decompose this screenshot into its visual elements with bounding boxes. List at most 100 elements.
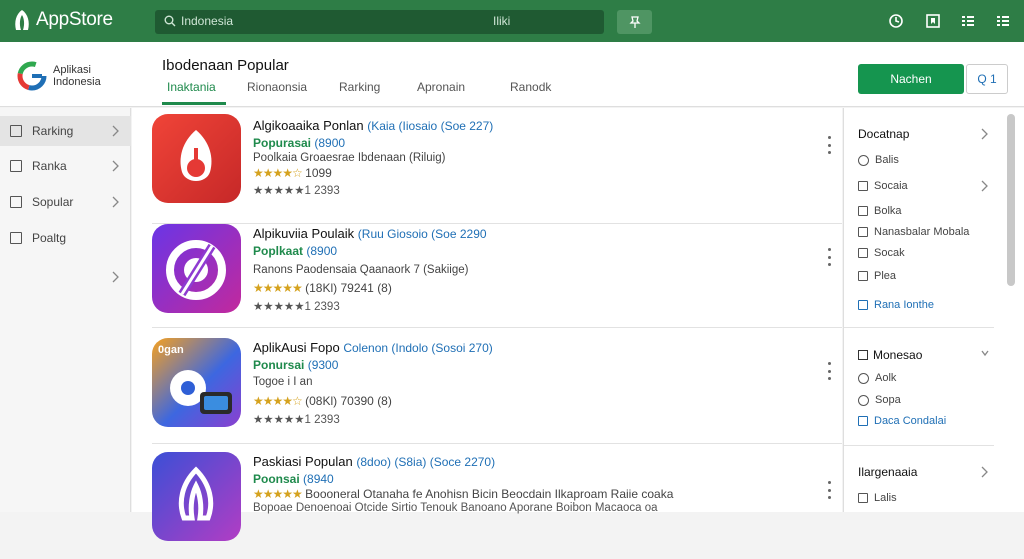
chevron-right-icon[interactable] bbox=[980, 180, 988, 192]
primary-button[interactable]: Nachen bbox=[858, 64, 964, 94]
filter-option-label: Bolka bbox=[874, 205, 902, 217]
chevron-right-icon bbox=[112, 160, 119, 172]
more-options-icon[interactable] bbox=[826, 136, 832, 154]
list-item[interactable]: Alpikuviia Poulaik (Ruu Giosoio (Soe 229… bbox=[152, 212, 842, 328]
app-category-meta: (8940 bbox=[303, 472, 334, 486]
brand[interactable]: Aplikasi Indonesia bbox=[17, 61, 101, 91]
list-item[interactable]: Algikoaaika Ponlan (Kaia (Iiosaio (Soe 2… bbox=[152, 108, 842, 224]
app-description: Poolkaia Groaesrae Ibdenaan (Riluig) bbox=[253, 152, 446, 164]
tab-inaktania[interactable]: Inaktania bbox=[167, 80, 216, 94]
secondary-button[interactable]: Q 1 bbox=[966, 64, 1008, 94]
app-meta: Colenon (Indolo (Sosoi 270) bbox=[343, 341, 493, 355]
list-icon[interactable] bbox=[959, 12, 977, 30]
app-download-count: ★★★★★1 2393 bbox=[253, 301, 340, 313]
app-name[interactable]: AplikAusi Fopo Colenon (Indolo (Sosoi 27… bbox=[253, 340, 493, 355]
app-category: Poonsai (8940 bbox=[253, 472, 334, 486]
app-rating: ★★★★☆ (08Kl) 70390 (8) bbox=[253, 394, 392, 408]
chevron-down-icon[interactable] bbox=[980, 348, 990, 358]
brand-line-2: Indonesia bbox=[53, 76, 101, 88]
app-icon[interactable] bbox=[152, 114, 241, 203]
app-icon[interactable]: 0gan bbox=[152, 338, 241, 427]
filter-section-title: Monesao bbox=[858, 348, 922, 362]
app-meta: (Kaia (Iiosaio (Soe 227) bbox=[367, 119, 494, 133]
filter-option[interactable]: Sopa bbox=[858, 394, 901, 406]
chevron-right-icon[interactable] bbox=[980, 128, 988, 140]
app-name[interactable]: Algikoaaika Ponlan (Kaia (Iiosaio (Soe 2… bbox=[253, 118, 493, 133]
refresh-icon[interactable] bbox=[887, 12, 905, 30]
chevron-right-icon[interactable] bbox=[980, 466, 988, 478]
scrollbar[interactable] bbox=[1007, 114, 1015, 286]
top-bar: AppStore Indonesia Iliki bbox=[0, 0, 1024, 42]
square-icon bbox=[858, 350, 868, 360]
app-logo[interactable]: AppStore bbox=[12, 8, 113, 32]
filter-option[interactable]: Lalis bbox=[858, 492, 897, 504]
filter-option-link[interactable]: Daca Condalai bbox=[858, 415, 946, 427]
rating-text: 1099 bbox=[305, 166, 332, 180]
chevron-right-icon bbox=[112, 125, 119, 137]
sidebar-item-label: Rarking bbox=[32, 124, 74, 138]
filter-option[interactable]: Balis bbox=[858, 154, 899, 166]
list-item[interactable]: 0gan AplikAusi Fopo Colenon (Indolo (Sos… bbox=[152, 328, 842, 444]
chevron-right-icon[interactable] bbox=[111, 271, 119, 283]
app-meta: (Ruu Giosoio (Soe 2290 bbox=[357, 227, 487, 241]
sidebar-item-poaltg[interactable]: Poaltg bbox=[0, 223, 131, 253]
tab-rarking[interactable]: Rarking bbox=[339, 80, 380, 94]
filter-option-label: Balis bbox=[875, 154, 899, 166]
filter-option-label: Aolk bbox=[875, 372, 897, 384]
rating-stars: ★★★★★ bbox=[253, 281, 303, 295]
app-category-label: Popurasai bbox=[253, 136, 312, 150]
app-title: Alpikuviia Poulaik bbox=[253, 226, 355, 241]
app-name[interactable]: Alpikuviia Poulaik (Ruu Giosoio (Soe 229… bbox=[253, 226, 487, 241]
square-icon bbox=[10, 160, 22, 172]
more-options-icon[interactable] bbox=[826, 481, 832, 499]
filter-option[interactable]: Socak bbox=[858, 247, 905, 259]
tab-rionaonsia[interactable]: Rionaonsia bbox=[247, 80, 307, 94]
tab-ranodk[interactable]: Ranodk bbox=[510, 80, 551, 94]
search-icon bbox=[164, 15, 176, 27]
filter-option[interactable]: Socaia bbox=[858, 180, 908, 192]
tab-apronain[interactable]: Apronain bbox=[417, 80, 465, 94]
more-options-icon[interactable] bbox=[826, 362, 832, 380]
filter-option[interactable]: Aolk bbox=[858, 372, 896, 384]
app-download-count: ★★★★★1 2393 bbox=[253, 185, 340, 197]
menu-icon[interactable] bbox=[994, 12, 1012, 30]
filter-option[interactable]: Bolka bbox=[858, 205, 902, 217]
filter-option[interactable]: Nanasbalar Mobala bbox=[858, 226, 969, 238]
pin-icon bbox=[628, 16, 641, 28]
filter-option[interactable]: Plea bbox=[858, 270, 896, 282]
app-icon[interactable] bbox=[152, 452, 241, 541]
pin-button[interactable] bbox=[617, 10, 652, 34]
app-icon[interactable] bbox=[152, 224, 241, 313]
page-title: Ibodenaan Popular bbox=[162, 57, 289, 74]
app-badge: 0gan bbox=[158, 344, 184, 356]
app-category-meta: (9300 bbox=[307, 358, 339, 372]
app-download-count: Bopoae Denoenoai Otcide Sirtio Tenouk Ba… bbox=[253, 502, 658, 514]
search-right-text: Iliki bbox=[493, 14, 511, 28]
list-item[interactable]: Paskiasi Populan (8doo) (S8ia) (Soce 227… bbox=[152, 443, 842, 559]
filter-panel: Docatnap Balis Socaia Bolka Nanasbalar M… bbox=[843, 108, 1024, 512]
filter-option-label: Nanasbalar Mobala bbox=[874, 226, 970, 238]
filter-option-link[interactable]: Rana Ionthe bbox=[858, 299, 934, 311]
rating-stars: ★★★★☆ bbox=[253, 166, 303, 180]
square-icon bbox=[858, 271, 868, 281]
sidebar-item-rarking[interactable]: Rarking bbox=[0, 116, 131, 146]
circle-icon bbox=[858, 394, 869, 406]
edit-icon bbox=[858, 248, 868, 258]
rating-stars: ★★★★☆ bbox=[253, 394, 303, 408]
bookmark-icon[interactable] bbox=[924, 12, 942, 30]
app-name[interactable]: Paskiasi Populan (8doo) (S8ia) (Soce 227… bbox=[253, 454, 495, 469]
edit-icon bbox=[858, 416, 868, 426]
section-divider bbox=[844, 445, 994, 446]
page-header: Aplikasi Indonesia Ibodenaan Popular Ina… bbox=[0, 42, 1024, 107]
circle-icon bbox=[858, 372, 869, 384]
sidebar-item-ranka[interactable]: Ranka bbox=[0, 151, 131, 181]
sidebar-item-sopular[interactable]: Sopular bbox=[0, 187, 131, 217]
more-options-icon[interactable] bbox=[826, 248, 832, 266]
app-meta: (8doo) (S8ia) (Soce 2270) bbox=[356, 455, 496, 469]
sidebar-item-label: Poaltg bbox=[32, 231, 67, 245]
app-category-label: Ponursai bbox=[253, 358, 305, 372]
app-logo-icon bbox=[15, 10, 29, 30]
search-input[interactable]: Indonesia Iliki bbox=[155, 10, 604, 34]
search-placeholder: Indonesia bbox=[181, 14, 234, 28]
circle-check-icon bbox=[858, 154, 869, 166]
